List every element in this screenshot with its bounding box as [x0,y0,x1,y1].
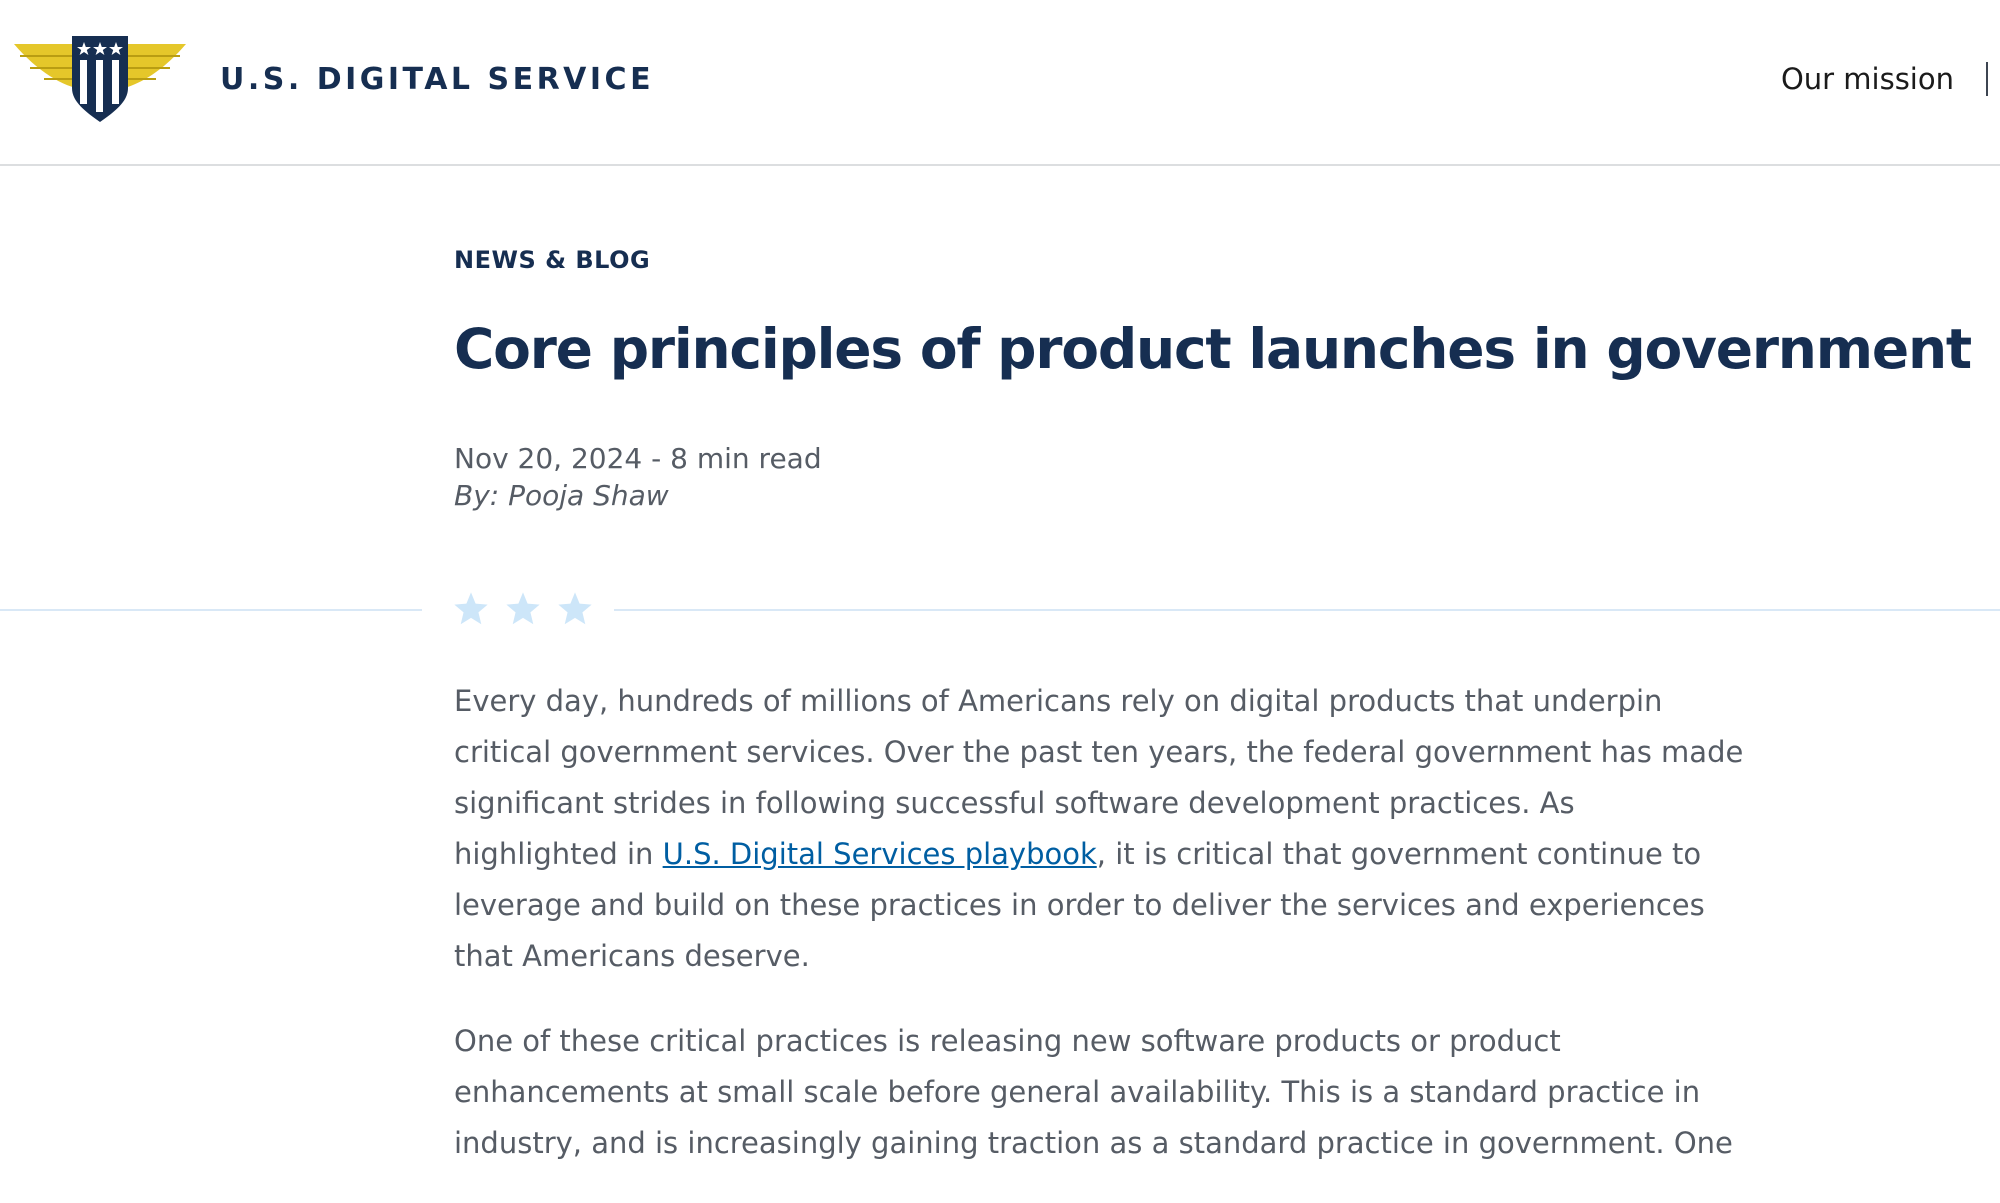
primary-nav: Our mission [1781,56,2000,102]
nav-divider [1986,62,1988,96]
nav-link-our-mission[interactable]: Our mission [1781,62,1954,96]
star-icon [454,592,488,625]
article-meta: Nov 20, 2024 - 8 min read By: Pooja Shaw [454,440,822,514]
article-paragraph-2: One of these critical practices is relea… [454,1024,1733,1160]
playbook-link[interactable]: U.S. Digital Services playbook [663,837,1097,871]
divider-line-right [614,609,2000,611]
star-icon [506,592,540,625]
usds-logo-icon [14,36,186,122]
divider-line-left [0,609,422,611]
section-eyebrow: NEWS & BLOG [454,246,651,274]
site-name: U.S. DIGITAL SERVICE [220,61,655,97]
article-date-read-time: Nov 20, 2024 - 8 min read [454,442,822,475]
star-icon [558,592,592,625]
site-header: U.S. DIGITAL SERVICE Our mission [0,0,2000,166]
three-stars-icon [452,590,608,628]
article-byline: By: Pooja Shaw [454,479,669,512]
home-logo-link[interactable]: U.S. DIGITAL SERVICE [14,36,654,122]
article-title: Core principles of product launches in g… [454,317,1972,381]
article-paragraph-1: Every day, hundreds of millions of Ameri… [454,676,1744,982]
article-body: Every day, hundreds of millions of Ameri… [454,676,1744,1203]
